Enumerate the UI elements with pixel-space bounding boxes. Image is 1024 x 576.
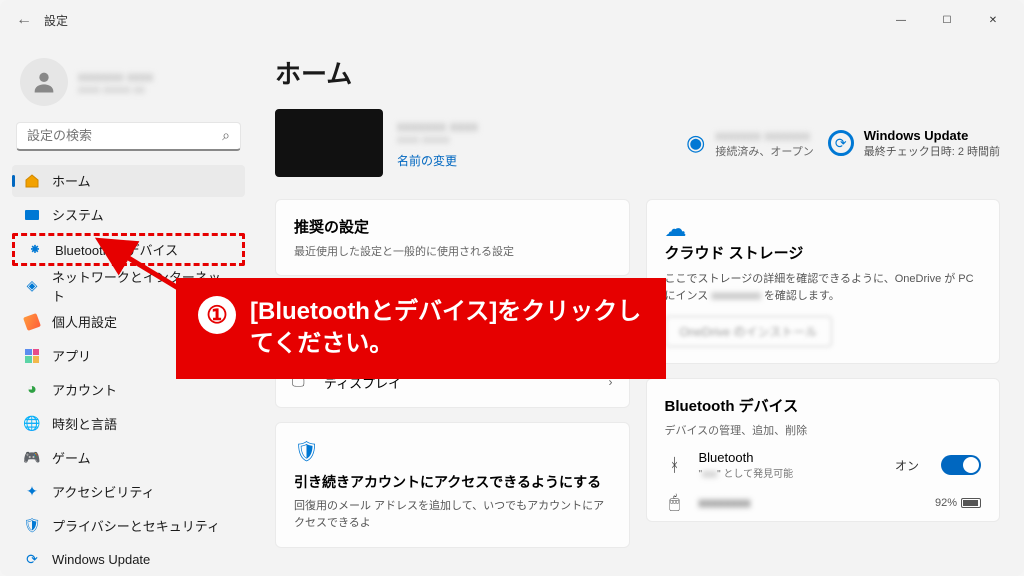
update-status-icon: ⟳: [828, 130, 854, 156]
sidebar-item-label: アカウント: [52, 380, 117, 399]
windows-update-block[interactable]: ⟳ Windows Update 最終チェック日時: 2 時間前: [828, 128, 1000, 159]
personalization-icon: [24, 314, 40, 330]
cloud-icon: ☁: [665, 216, 982, 242]
account-access-card: 🛡 引き続きアカウントにアクセスできるようにする 回復用のメール アドレスを追加…: [275, 422, 630, 548]
sidebar-item-update[interactable]: ⟳ Windows Update: [12, 544, 245, 576]
maximize-button[interactable]: ☐: [924, 4, 970, 36]
user-name: xxxxxxx xxxx: [78, 69, 153, 84]
device-header: xxxxxxx xxxx xxxx xxxxx 名前の変更 ◉ xxxxxxx …: [275, 109, 1000, 177]
accounts-icon: ◕: [24, 382, 40, 398]
sidebar-item-label: 個人用設定: [52, 312, 117, 331]
home-icon: [24, 173, 40, 189]
sidebar-item-label: Windows Update: [52, 552, 150, 567]
bluetooth-devices-card: Bluetooth デバイス デバイスの管理、追加、削除 ᚼ Bluetooth…: [646, 378, 1001, 522]
page-title: ホーム: [275, 54, 1000, 91]
shield-check-icon: 🛡: [294, 439, 611, 464]
callout-number: ①: [198, 296, 236, 334]
cloud-title: クラウド ストレージ: [665, 242, 982, 263]
user-email: xxxx xxxxx xx: [78, 84, 153, 96]
battery-badge: 92%: [935, 497, 981, 509]
rename-link[interactable]: 名前の変更: [397, 152, 478, 169]
annotation-callout: ① [Bluetoothとデバイス]をクリックしてください。: [176, 278, 666, 379]
wu-title: Windows Update: [864, 128, 1000, 143]
account-card-title: 引き続きアカウントにアクセスできるようにする: [294, 472, 611, 492]
bluetooth-toggle[interactable]: [941, 455, 981, 475]
recommended-title: 推奨の設定: [294, 216, 611, 237]
back-button[interactable]: ←: [8, 4, 40, 36]
privacy-icon: 🛡: [24, 518, 40, 534]
titlebar: ← 設定 — ☐ ✕: [0, 0, 1024, 40]
cloud-text-2: を確認します。: [764, 290, 840, 302]
sidebar-item-system[interactable]: システム: [12, 199, 245, 231]
sidebar-item-label: 時刻と言語: [52, 414, 117, 433]
wu-subtitle: 最終チェック日時: 2 時間前: [864, 143, 1000, 159]
minimize-button[interactable]: —: [878, 4, 924, 36]
battery-icon: [961, 498, 981, 508]
sidebar-item-time[interactable]: 🌐 時刻と言語: [12, 408, 245, 440]
bluetooth-icon: ᚼ: [665, 455, 685, 476]
sidebar-item-gaming[interactable]: 🎮 ゲーム: [12, 442, 245, 474]
avatar: [20, 58, 68, 106]
sidebar-item-label: ホーム: [52, 171, 91, 190]
toggle-on-label: オン: [895, 457, 919, 474]
recommended-sub: 最近使用した設定と一般的に使用される設定: [294, 243, 611, 259]
bluetooth-icon: ⁕: [27, 241, 43, 257]
bt-card-title: Bluetooth デバイス: [665, 395, 982, 416]
account-card-sub: 回復用のメール アドレスを追加して、いつでもアカウントにアクセスできるよ: [294, 498, 611, 531]
user-block[interactable]: xxxxxxx xxxx xxxx xxxxx xx: [12, 48, 245, 120]
wifi-icon: ◉: [686, 130, 705, 156]
bt-card-sub: デバイスの管理、追加、削除: [665, 422, 982, 438]
gaming-icon: 🎮: [24, 450, 40, 466]
sidebar-item-accessibility[interactable]: ✦ アクセシビリティ: [12, 476, 245, 508]
sidebar-item-label: システム: [52, 205, 104, 224]
onedrive-install-button[interactable]: OneDrive のインストール: [665, 316, 833, 347]
mouse-icon: 🖱: [665, 492, 685, 513]
accessibility-icon: ✦: [24, 484, 40, 500]
device-name: xxxxxxx xxxx: [397, 118, 478, 134]
network-icon: ◈: [24, 278, 40, 294]
update-icon: ⟳: [24, 552, 40, 568]
cloud-text-blur: xxxxxxxxx: [711, 290, 761, 302]
bt-toggle-row: ᚼ Bluetooth "xxx" として発見可能 オン: [665, 438, 982, 480]
recommended-card: 推奨の設定 最近使用した設定と一般的に使用される設定: [275, 199, 630, 276]
search-icon: ⌕: [222, 127, 230, 144]
apps-icon: [24, 348, 40, 364]
device-thumbnail: [275, 109, 383, 177]
bt-name: Bluetooth: [699, 450, 881, 465]
sidebar-item-home[interactable]: ホーム: [12, 165, 245, 197]
device-model: xxxx xxxxx: [397, 134, 478, 146]
bt-device-row[interactable]: 🖱 xxxxxxxx 92%: [665, 480, 982, 513]
device-name: xxxxxxxx: [699, 495, 921, 510]
search-box[interactable]: ⌕: [16, 122, 241, 151]
bt-desc: "xxx" として発見可能: [699, 465, 881, 480]
search-input[interactable]: [27, 128, 222, 143]
cloud-storage-card: ☁ クラウド ストレージ ここでストレージの詳細を確認できるように、OneDri…: [646, 199, 1001, 364]
sidebar-item-label: アクセシビリティ: [52, 482, 155, 501]
sidebar-item-label: ゲーム: [52, 448, 91, 467]
system-icon: [24, 207, 40, 223]
sidebar-item-label: プライバシーとセキュリティ: [52, 516, 220, 535]
window-title: 設定: [44, 12, 68, 29]
sidebar-item-privacy[interactable]: 🛡 プライバシーとセキュリティ: [12, 510, 245, 542]
wifi-status: 接続済み、オープン: [715, 143, 813, 159]
callout-text: [Bluetoothとデバイス]をクリックしてください。: [250, 296, 648, 361]
wifi-ssid: xxxxxxx xxxxxxx: [715, 128, 813, 143]
wifi-status-block[interactable]: ◉ xxxxxxx xxxxxxx 接続済み、オープン: [686, 128, 814, 159]
sidebar-item-label: アプリ: [52, 346, 91, 365]
close-button[interactable]: ✕: [970, 4, 1016, 36]
time-icon: 🌐: [24, 416, 40, 432]
